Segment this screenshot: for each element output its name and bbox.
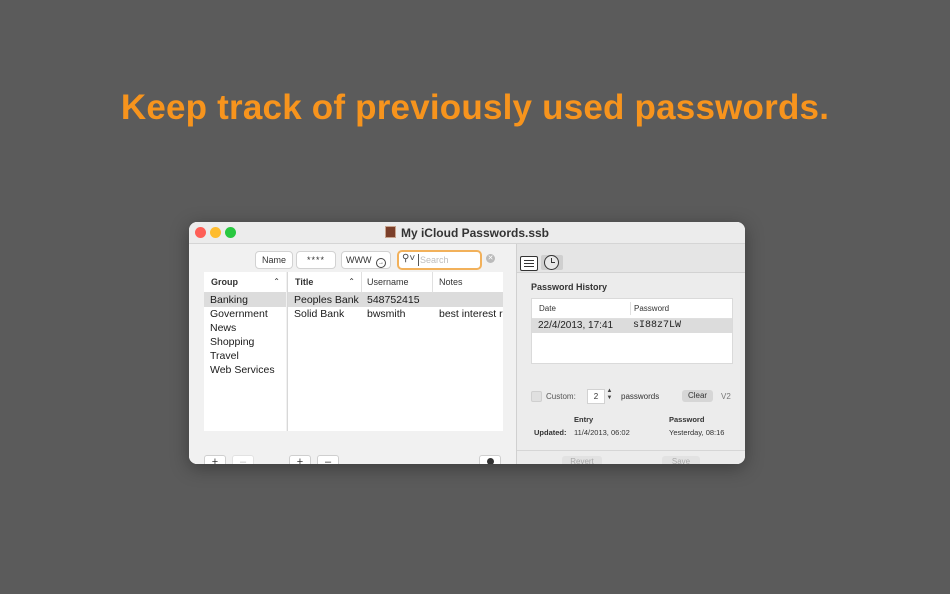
group-item[interactable]: Travel	[210, 349, 239, 363]
history-date: 22/4/2013, 17:41	[538, 320, 614, 331]
add-entry-button[interactable]: +	[289, 455, 311, 464]
clear-search-icon[interactable]: ✕	[486, 254, 495, 263]
entry-username[interactable]: bwsmith	[367, 307, 406, 321]
left-pane: Name **** WWW → ⚲˅ ✕ Group ⌃ Banking Gov…	[189, 244, 516, 464]
name-button[interactable]: Name	[255, 251, 293, 269]
group-list: Group ⌃ Banking Government News Shopping…	[204, 272, 286, 431]
entries-table: Title ⌃ Username Notes Peoples Bank 5487…	[287, 272, 503, 431]
password-updated-value: Yesterday, 08:16	[669, 428, 725, 437]
headline: Keep track of previously used passwords.	[120, 88, 830, 127]
version-label: V2	[721, 392, 731, 401]
title-column-header[interactable]: Title ⌃	[288, 272, 362, 293]
date-column-header[interactable]: Date	[539, 304, 556, 313]
details-tab-icon[interactable]	[520, 256, 538, 271]
right-pane: Password History Date Password 22/4/2013…	[517, 244, 745, 464]
history-row[interactable]: 22/4/2013, 17:41 sI88z7LW	[532, 319, 732, 333]
column-divider	[630, 302, 631, 315]
custom-count-field[interactable]: 2	[587, 389, 605, 404]
username-column-header[interactable]: Username	[362, 272, 433, 293]
revert-button[interactable]: Revert	[562, 456, 602, 464]
notes-column-header[interactable]: Notes	[433, 272, 503, 293]
history-table-header: Date Password	[532, 299, 732, 319]
entry-updated-value: 11/4/2013, 06:02	[574, 428, 630, 437]
inspector-tabs	[517, 244, 745, 273]
username-header-label: Username	[367, 277, 409, 287]
password-label: Password	[669, 415, 705, 424]
entry-label: Entry	[574, 415, 594, 424]
sort-ascending-icon: ⌃	[348, 277, 355, 286]
history-section-title: Password History	[531, 282, 608, 292]
passwords-label: passwords	[621, 392, 660, 401]
remove-group-button[interactable]: –	[232, 455, 254, 464]
key-icon	[486, 458, 494, 464]
group-item[interactable]: Banking	[210, 293, 248, 307]
divider	[517, 450, 745, 451]
clear-history-button[interactable]: Clear	[682, 390, 713, 402]
entry-notes[interactable]: best interest r	[439, 307, 503, 321]
password-column-header[interactable]: Password	[634, 304, 669, 313]
history-tab[interactable]	[541, 255, 563, 270]
group-item[interactable]: Government	[210, 307, 268, 321]
add-group-button[interactable]: +	[204, 455, 226, 464]
title-header-label: Title	[295, 277, 314, 287]
entry-title[interactable]: Peoples Bank	[294, 293, 359, 307]
search-input[interactable]	[420, 252, 476, 268]
group-item[interactable]: Web Services	[210, 363, 275, 377]
save-button[interactable]: Save	[662, 456, 700, 464]
entry-title[interactable]: Solid Bank	[294, 307, 344, 321]
password-generator-button[interactable]	[479, 455, 501, 464]
custom-checkbox[interactable]	[531, 391, 542, 402]
notes-header-label: Notes	[439, 277, 463, 287]
app-window: My iCloud Passwords.ssb Name **** WWW → …	[189, 222, 745, 464]
title-bar: My iCloud Passwords.ssb	[189, 222, 745, 244]
document-icon	[384, 226, 396, 238]
search-field[interactable]: ⚲˅	[397, 250, 482, 270]
group-item[interactable]: Shopping	[210, 335, 254, 349]
window-title-wrap: My iCloud Passwords.ssb	[189, 226, 745, 240]
arrow-right-circle-icon: →	[376, 258, 386, 268]
count-stepper[interactable]: ▲ ▼	[606, 388, 613, 403]
group-item[interactable]: News	[210, 321, 236, 335]
text-cursor	[418, 254, 419, 266]
password-button[interactable]: ****	[296, 251, 336, 269]
window-title: My iCloud Passwords.ssb	[400, 226, 550, 240]
history-table: Date Password 22/4/2013, 17:41 sI88z7LW	[531, 298, 733, 364]
www-button[interactable]: WWW →	[341, 251, 391, 269]
entry-username[interactable]: 548752415	[367, 293, 420, 307]
custom-label: Custom:	[546, 392, 576, 401]
remove-entry-button[interactable]: –	[317, 455, 339, 464]
clock-icon	[544, 255, 559, 270]
www-label: WWW	[346, 255, 372, 265]
group-header-label: Group	[211, 277, 238, 287]
pane-divider[interactable]	[516, 244, 517, 464]
group-header[interactable]: Group ⌃	[204, 272, 286, 293]
history-password: sI88z7LW	[633, 320, 682, 331]
sort-ascending-icon: ⌃	[273, 277, 280, 286]
updated-label: Updated:	[534, 428, 567, 437]
search-icon: ⚲˅	[402, 253, 416, 264]
